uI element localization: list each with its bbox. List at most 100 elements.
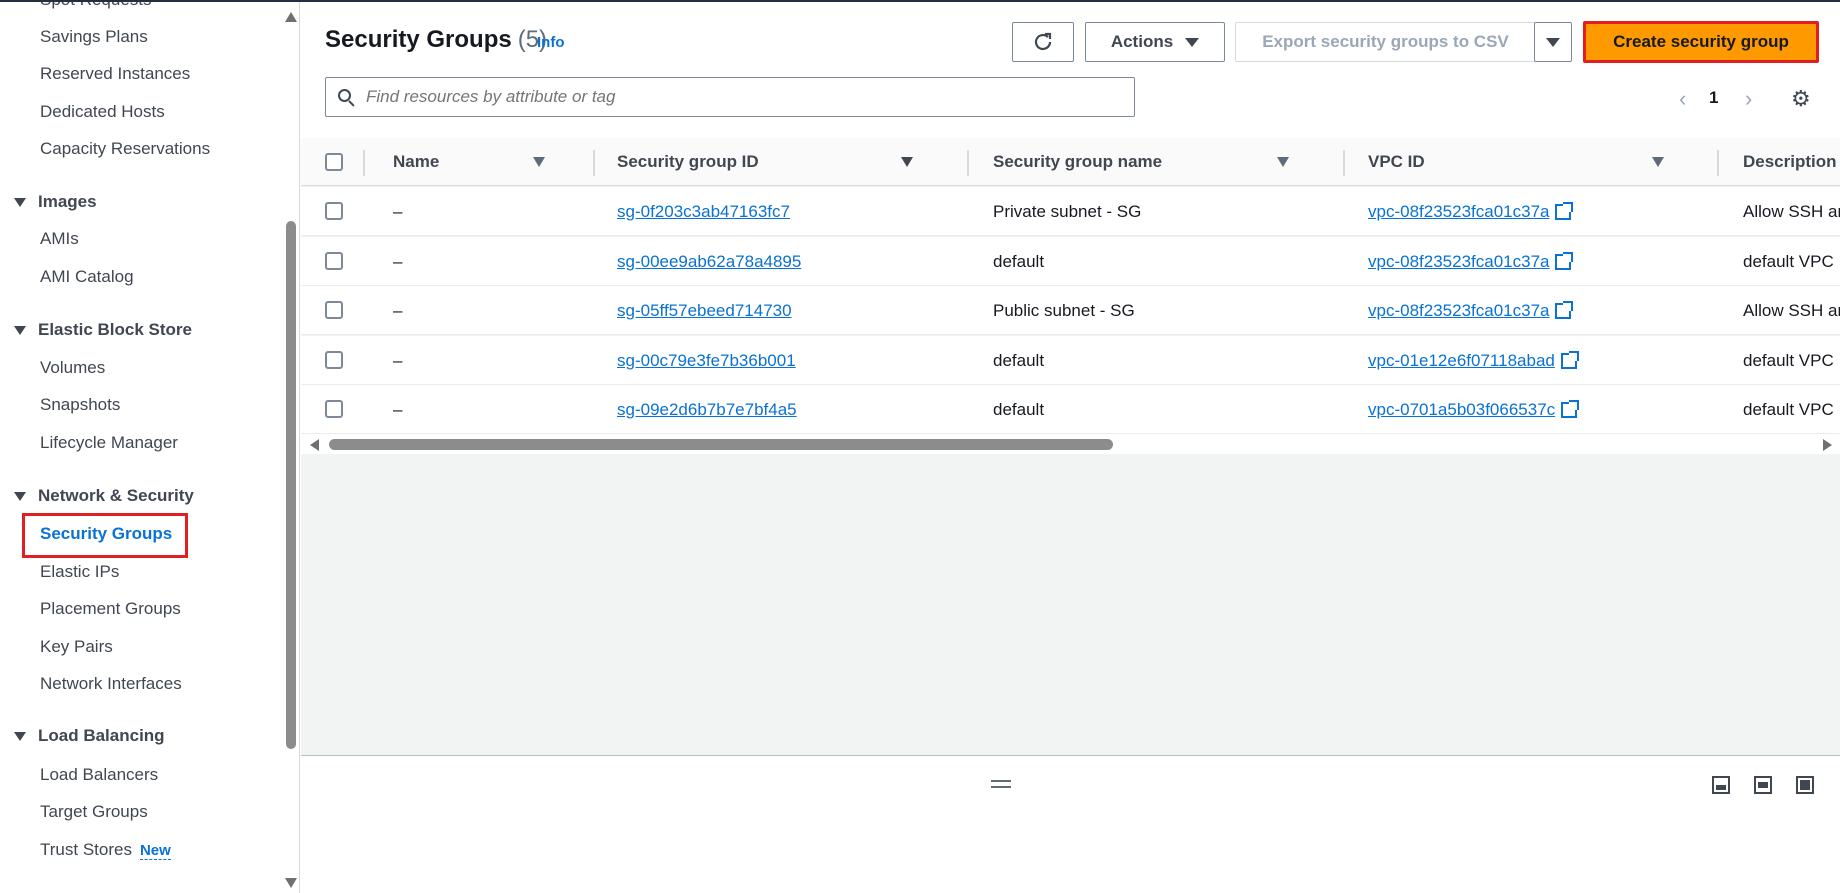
cell-description: default VPC [1743, 399, 1834, 419]
sort-icon[interactable] [1277, 157, 1289, 167]
sidebar-item-dedicated-hosts[interactable]: Dedicated Hosts [40, 102, 165, 122]
sidebar-item-load-balancers[interactable]: Load Balancers [40, 765, 158, 785]
actions-dropdown[interactable]: Actions [1085, 22, 1225, 62]
cell-sg-id-link[interactable]: sg-00ee9ab62a78a4895 [617, 237, 801, 286]
column-divider [363, 150, 365, 176]
table-row[interactable]: – sg-05ff57ebeed714730 Public subnet - S… [301, 286, 1840, 335]
column-divider[interactable] [1343, 150, 1345, 176]
cell-name: – [393, 300, 403, 320]
sort-icon[interactable] [1652, 157, 1664, 167]
cell-vpc-id[interactable]: vpc-08f23523fca01c37a [1368, 286, 1574, 335]
vpc-id-link[interactable]: vpc-08f23523fca01c37a [1368, 301, 1549, 321]
refresh-button[interactable] [1012, 22, 1074, 62]
search-input[interactable] [366, 87, 1126, 107]
panel-full-icon[interactable] [1796, 776, 1814, 794]
column-header-vpc-id[interactable]: VPC ID [1368, 138, 1425, 186]
row-checkbox[interactable] [325, 400, 343, 418]
sidebar-item-lifecycle-manager[interactable]: Lifecycle Manager [40, 433, 178, 453]
column-divider[interactable] [593, 150, 595, 176]
sidebar-item-capacity-reservations[interactable]: Capacity Reservations [40, 139, 210, 159]
column-divider[interactable] [967, 150, 969, 176]
scroll-left-arrow-icon[interactable] [310, 439, 319, 451]
caret-down-icon [1185, 37, 1200, 47]
sidebar-section-images[interactable]: Images [14, 192, 97, 212]
sidebar-item-volumes[interactable]: Volumes [40, 358, 105, 378]
sidebar-section-ebs[interactable]: Elastic Block Store [14, 320, 192, 340]
sidebar-item-savings-plans[interactable]: Savings Plans [40, 27, 148, 47]
sidebar-item-label: Trust Stores [40, 840, 132, 859]
search-bar[interactable] [325, 77, 1135, 117]
horizontal-scrollbar-thumb[interactable] [329, 439, 1113, 450]
column-header-security-group-id[interactable]: Security group ID [617, 138, 759, 186]
cell-sg-id-link[interactable]: sg-0f203c3ab47163fc7 [617, 187, 790, 236]
table-row[interactable]: – sg-00ee9ab62a78a4895 default vpc-08f23… [301, 237, 1840, 286]
row-checkbox[interactable] [325, 351, 343, 369]
table-header: Name Security group ID Security group na… [301, 138, 1840, 186]
sidebar-section-load-balancing[interactable]: Load Balancing [14, 726, 165, 746]
vpc-id-link[interactable]: vpc-0701a5b03f066537c [1368, 400, 1555, 420]
caret-down-icon [1546, 37, 1560, 47]
sidebar-item-network-interfaces[interactable]: Network Interfaces [40, 674, 182, 694]
panel-side-icon[interactable] [1754, 776, 1772, 794]
sidebar-item-target-groups[interactable]: Target Groups [40, 802, 148, 822]
sidebar-item-elastic-ips[interactable]: Elastic IPs [40, 562, 119, 582]
sidebar-section-network-security[interactable]: Network & Security [14, 486, 194, 506]
export-dropdown-button[interactable] [1534, 22, 1572, 62]
horizontal-scrollbar[interactable] [301, 434, 1840, 454]
scroll-up-arrow-icon[interactable] [285, 12, 297, 22]
cell-sg-name: default [993, 399, 1045, 419]
page-title: Security Groups (5) [325, 26, 547, 54]
section-heading: Load Balancing [38, 726, 165, 745]
export-csv-button[interactable]: Export security groups to CSV [1235, 22, 1536, 62]
sidebar-item-ami-catalog[interactable]: AMI Catalog [40, 267, 134, 287]
column-header-description[interactable]: Description [1743, 138, 1837, 186]
scroll-down-arrow-icon[interactable] [285, 878, 297, 888]
cell-sg-id-link[interactable]: sg-09e2d6b7b7e7bf4a5 [617, 385, 797, 434]
sidebar-item-spot-requests[interactable]: Spot Requests [40, 2, 152, 10]
page-title-text: Security Groups [325, 26, 512, 53]
page-number[interactable]: 1 [1709, 88, 1718, 108]
sort-icon[interactable] [533, 157, 545, 167]
panel-bottom-icon[interactable] [1712, 776, 1730, 794]
scroll-right-arrow-icon[interactable] [1823, 439, 1832, 451]
sidebar-scrollbar-thumb[interactable] [286, 221, 296, 749]
sidebar-item-trust-stores[interactable]: Trust Stores New [40, 840, 171, 860]
vpc-id-link[interactable]: vpc-08f23523fca01c37a [1368, 202, 1549, 222]
cell-vpc-id[interactable]: vpc-01e12e6f07118abad [1368, 336, 1579, 385]
create-security-group-button[interactable]: Create security group [1583, 21, 1819, 63]
drag-handle-icon[interactable] [991, 780, 1011, 788]
row-checkbox[interactable] [325, 202, 343, 220]
select-all-checkbox[interactable] [325, 153, 343, 171]
column-divider[interactable] [1717, 150, 1719, 176]
info-link[interactable]: Info [537, 34, 565, 51]
row-checkbox[interactable] [325, 301, 343, 319]
vpc-id-link[interactable]: vpc-08f23523fca01c37a [1368, 252, 1549, 272]
sidebar-item-reserved-instances[interactable]: Reserved Instances [40, 64, 190, 84]
table-row[interactable]: – sg-00c79e3fe7b36b001 default vpc-01e12… [301, 336, 1840, 385]
cell-vpc-id[interactable]: vpc-0701a5b03f066537c [1368, 385, 1580, 434]
caret-down-icon [14, 325, 26, 335]
cell-vpc-id[interactable]: vpc-08f23523fca01c37a [1368, 237, 1574, 286]
column-header-security-group-name[interactable]: Security group name [993, 138, 1162, 186]
sidebar-item-snapshots[interactable]: Snapshots [40, 395, 120, 415]
previous-page-icon[interactable]: ‹ [1679, 86, 1686, 112]
sidebar-item-key-pairs[interactable]: Key Pairs [40, 637, 113, 657]
cell-sg-id-link[interactable]: sg-05ff57ebeed714730 [617, 286, 792, 335]
next-page-icon[interactable]: › [1745, 86, 1752, 112]
table-row[interactable]: – sg-0f203c3ab47163fc7 Private subnet - … [301, 187, 1840, 236]
sidebar-item-placement-groups[interactable]: Placement Groups [40, 599, 181, 619]
page-header: Security Groups (5) Info Actions Export s… [301, 2, 1840, 138]
sort-icon[interactable] [901, 157, 913, 167]
gear-icon[interactable]: ⚙ [1791, 86, 1811, 112]
row-checkbox[interactable] [325, 252, 343, 270]
cell-sg-name: default [993, 350, 1045, 370]
column-header-name[interactable]: Name [393, 138, 439, 186]
external-link-icon [1560, 350, 1579, 369]
vpc-id-link[interactable]: vpc-01e12e6f07118abad [1368, 351, 1555, 371]
cell-sg-id-link[interactable]: sg-00c79e3fe7b36b001 [617, 336, 796, 385]
sidebar-item-security-groups[interactable]: Security Groups [40, 524, 172, 544]
search-icon [338, 89, 355, 107]
sidebar-item-amis[interactable]: AMIs [40, 229, 79, 249]
table-row[interactable]: – sg-09e2d6b7b7e7bf4a5 default vpc-0701a… [301, 385, 1840, 434]
cell-vpc-id[interactable]: vpc-08f23523fca01c37a [1368, 187, 1574, 236]
